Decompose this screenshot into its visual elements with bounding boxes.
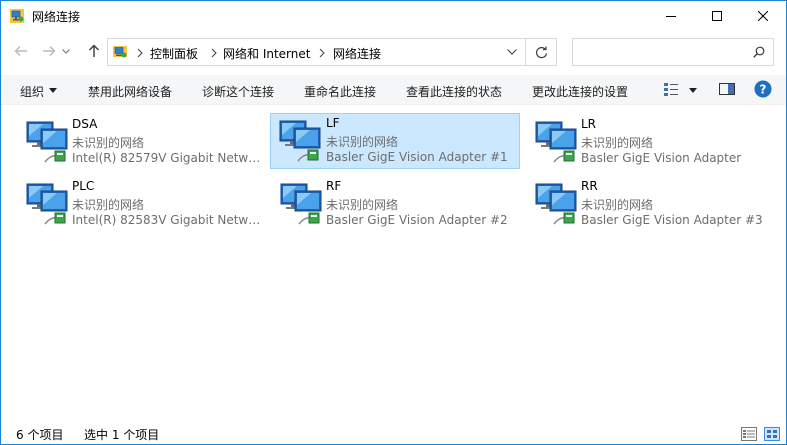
help-icon[interactable]: ?: [754, 80, 772, 98]
arrow-right-icon: [43, 46, 56, 56]
connection-adapter: Basler GigE Vision Adapter #3: [581, 213, 763, 227]
large-icons-view-icon[interactable]: [764, 427, 780, 441]
connection-status: 未识别的网络: [72, 136, 145, 150]
connection-adapter: Basler GigE Vision Adapter: [581, 151, 742, 165]
connection-status: 未识别的网络: [72, 198, 145, 212]
connection-name: PLC: [72, 179, 95, 193]
organize-menu-button[interactable]: 组织: [20, 83, 44, 100]
change-settings-button[interactable]: 更改此连接的设置: [532, 83, 628, 100]
up-button[interactable]: [83, 40, 105, 62]
chevron-down-icon: [507, 49, 517, 55]
control-panel-icon: [113, 46, 127, 58]
breadcrumb-network-internet[interactable]: 网络和 Internet: [223, 45, 310, 62]
network-adapter-icon: [279, 120, 321, 162]
refresh-icon: [535, 46, 547, 58]
connection-status: 未识别的网络: [581, 198, 654, 212]
refresh-button[interactable]: [526, 38, 557, 66]
connection-status: 未识别的网络: [326, 198, 399, 212]
minimize-button[interactable]: [648, 1, 694, 31]
title-bar[interactable]: 网络连接: [1, 1, 786, 31]
view-options-icon[interactable]: [663, 81, 679, 97]
connection-name: RR: [581, 179, 598, 193]
maximize-icon: [712, 11, 722, 21]
svg-text:?: ?: [760, 83, 767, 97]
network-connections-icon: [10, 9, 24, 23]
address-history-button[interactable]: [501, 39, 523, 65]
connection-status: 未识别的网络: [326, 135, 399, 149]
close-icon: [758, 11, 768, 21]
search-icon[interactable]: [753, 46, 765, 58]
caret-down-icon[interactable]: [689, 88, 697, 93]
breadcrumb-network-connections[interactable]: 网络连接: [333, 45, 381, 62]
caret-down-icon[interactable]: [49, 88, 57, 93]
disable-device-button[interactable]: 禁用此网络设备: [88, 83, 172, 100]
maximize-button[interactable]: [694, 1, 740, 31]
breadcrumb-chevron-icon: [319, 48, 325, 58]
rename-connection-button[interactable]: 重命名此连接: [304, 83, 376, 100]
connection-adapter: Intel(R) 82583V Gigabit Netwo...: [72, 213, 262, 227]
forward-button[interactable]: [38, 40, 60, 62]
breadcrumb-chevron-icon: [137, 48, 143, 58]
breadcrumb-chevron-icon: [211, 48, 217, 58]
search-input[interactable]: [579, 43, 749, 61]
network-adapter-icon: [280, 183, 322, 225]
connection-name: LR: [581, 117, 597, 131]
selected-count: 选中 1 个项目: [84, 428, 160, 442]
network-adapter-icon: [535, 183, 577, 225]
preview-pane-icon[interactable]: [719, 81, 735, 97]
back-button[interactable]: [10, 40, 32, 62]
search-box[interactable]: [572, 38, 774, 66]
item-count: 6 个项目: [16, 428, 64, 442]
status-bar: 6 个项目 选中 1 个项目: [1, 422, 786, 444]
command-bar: 组织 禁用此网络设备 诊断这个连接 重命名此连接 查看此连接的状态 更改此连接的…: [1, 75, 786, 105]
network-adapter-icon: [535, 121, 577, 163]
connection-status: 未识别的网络: [581, 136, 654, 150]
connection-item-dsa[interactable]: DSA 未识别的网络 Intel(R) 82579V Gigabit Netwo…: [17, 114, 267, 170]
address-bar[interactable]: 控制面板 网络和 Internet 网络连接: [107, 38, 526, 66]
minimize-icon: [666, 16, 676, 17]
arrow-up-icon: [89, 44, 99, 57]
connection-name: DSA: [72, 117, 98, 131]
breadcrumb-control-panel[interactable]: 控制面板: [150, 45, 198, 62]
close-button[interactable]: [740, 1, 786, 31]
network-adapter-icon: [26, 121, 68, 163]
network-adapter-icon: [26, 183, 68, 225]
connection-item-lr[interactable]: LR 未识别的网络 Basler GigE Vision Adapter: [526, 114, 776, 170]
connection-name: RF: [326, 179, 342, 193]
connection-name: LF: [326, 116, 340, 130]
window-title: 网络连接: [32, 10, 81, 24]
connection-item-rf[interactable]: RF 未识别的网络 Basler GigE Vision Adapter #2: [271, 176, 521, 232]
view-status-button[interactable]: 查看此连接的状态: [406, 83, 502, 100]
connection-item-plc[interactable]: PLC 未识别的网络 Intel(R) 82583V Gigabit Netwo…: [17, 176, 267, 232]
recent-locations-button[interactable]: [59, 40, 73, 62]
network-connections-window: 网络连接 控制面板 网络和 Internet 网络连接 组织 禁用此网络设备 诊…: [0, 0, 787, 445]
connection-adapter: Intel(R) 82579V Gigabit Netwo...: [72, 151, 262, 165]
connection-item-rr[interactable]: RR 未识别的网络 Basler GigE Vision Adapter #3: [526, 176, 776, 232]
connection-adapter: Basler GigE Vision Adapter #2: [326, 213, 508, 227]
connection-item-lf[interactable]: LF 未识别的网络 Basler GigE Vision Adapter #1: [270, 113, 520, 169]
diagnose-connection-button[interactable]: 诊断这个连接: [202, 83, 274, 100]
chevron-down-icon: [62, 48, 70, 54]
connection-adapter: Basler GigE Vision Adapter #1: [326, 150, 508, 164]
arrow-left-icon: [14, 46, 27, 56]
details-view-icon[interactable]: [741, 427, 757, 441]
